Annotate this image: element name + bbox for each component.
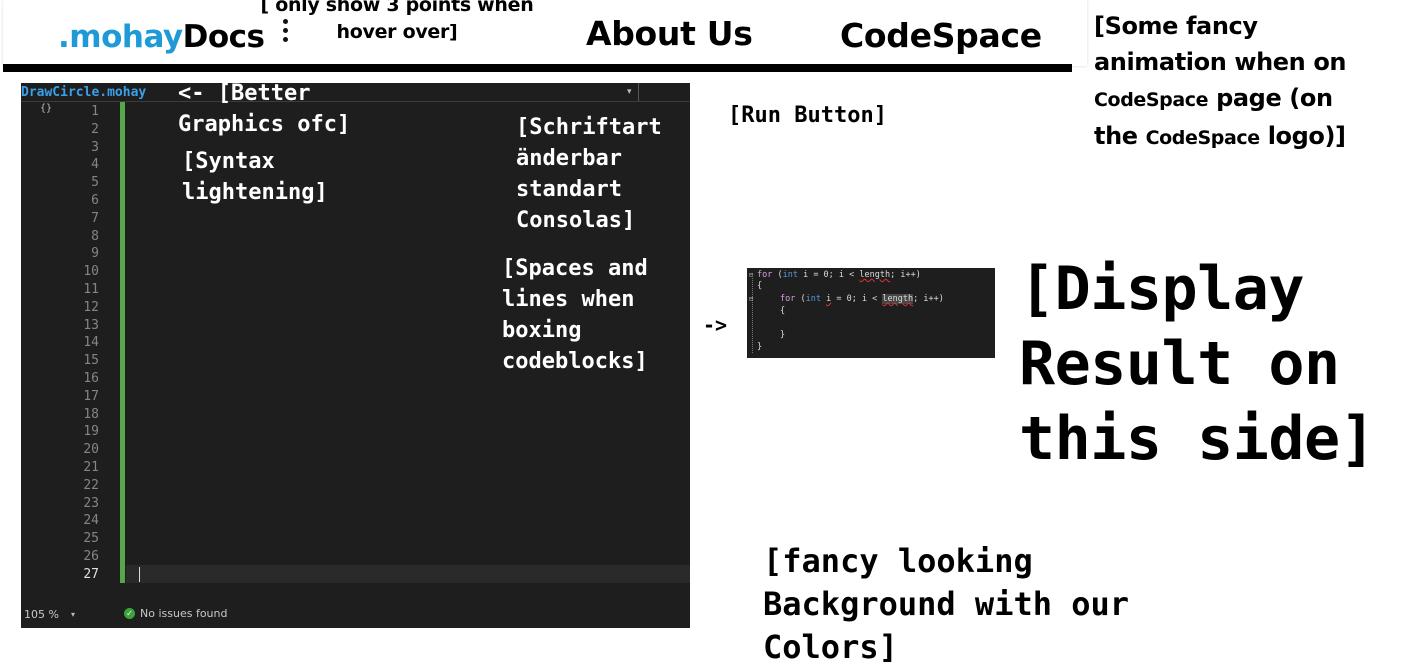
preview-collapse-icon: ⊟ bbox=[749, 271, 754, 279]
line-number: 25 bbox=[83, 531, 99, 547]
line-number: 13 bbox=[83, 317, 99, 333]
line-number: 4 bbox=[91, 157, 99, 173]
anim-note-line4-end: logo)] bbox=[1259, 122, 1346, 150]
line-number: 23 bbox=[83, 495, 99, 511]
text-caret bbox=[139, 567, 140, 582]
code-block-icon: {} bbox=[40, 103, 53, 114]
font-annotation: [Schriftart änderbar standart Consolas] bbox=[516, 115, 662, 233]
anim-note-codespace-small-2: CodeSpace bbox=[1145, 127, 1261, 149]
change-indicator-bar bbox=[120, 102, 125, 583]
line-number: 7 bbox=[91, 210, 99, 226]
zoom-dropdown-icon[interactable]: ▾ bbox=[71, 608, 75, 622]
preview-collapse-icon-2: ⊟ bbox=[749, 295, 754, 303]
preview-var-highlight: length bbox=[882, 294, 914, 304]
line-number: 19 bbox=[83, 424, 99, 440]
run-button-placeholder[interactable]: [Run Button] bbox=[728, 101, 887, 131]
preview-type: int bbox=[782, 270, 798, 280]
preview-line-7: } bbox=[757, 342, 763, 352]
anim-note-line4: the CodeSpace logo)] bbox=[1094, 118, 1394, 156]
nav-link-about-us[interactable]: About Us bbox=[586, 14, 753, 54]
preview-text: i = 0; i < bbox=[797, 270, 860, 280]
line-number-gutter: 1 2 3 4 5 6 7 8 9 10 11 12 13 14 15 16 17 18 19 20 21 22 23 24 2… bbox=[71, 103, 99, 584]
preview-text: ; i++) bbox=[890, 270, 921, 280]
editor-file-tab[interactable]: DrawCircle.mohay bbox=[21, 83, 146, 102]
preview-line-1: for (int i = 0; i < length; i++) bbox=[757, 270, 921, 281]
line-number: 22 bbox=[83, 477, 99, 493]
line-number: 10 bbox=[83, 264, 99, 280]
anim-note-line1: [Some fancy bbox=[1094, 12, 1258, 40]
line-number: 14 bbox=[83, 335, 99, 351]
line-number: 2 bbox=[91, 121, 99, 137]
header-divider bbox=[3, 64, 1072, 72]
line-number: 11 bbox=[83, 281, 99, 297]
preview-kw: for bbox=[780, 294, 796, 304]
line-number: 16 bbox=[83, 370, 99, 386]
kebab-annotation: [ only show 3 points when hover over] bbox=[257, 0, 537, 46]
line-number: 24 bbox=[83, 513, 99, 529]
animation-annotation: [Some fancy animation when on CodeSpace … bbox=[1094, 8, 1394, 156]
line-number: 20 bbox=[83, 442, 99, 458]
line-number: 3 bbox=[91, 139, 99, 155]
preview-text: ( bbox=[795, 294, 806, 304]
preview-text: < bbox=[867, 294, 883, 304]
line-number: 6 bbox=[91, 192, 99, 208]
anim-note-line3: CodeSpace page (on bbox=[1094, 80, 1394, 118]
line-number: 26 bbox=[83, 548, 99, 564]
display-result-annotation: [Display Result on this side] bbox=[1019, 254, 1376, 474]
issues-status[interactable]: No issues found bbox=[140, 607, 227, 621]
preview-var: length bbox=[859, 270, 891, 280]
preview-text: ; i++) bbox=[913, 294, 944, 304]
preview-kw: for bbox=[757, 270, 773, 280]
anim-note-codespace-small: CodeSpace bbox=[1094, 89, 1209, 111]
arrow-annotation: -> bbox=[703, 313, 728, 337]
preview-type: int bbox=[805, 294, 821, 304]
check-circle-icon: ✓ bbox=[124, 608, 135, 619]
site-logo[interactable]: .mohayDocs bbox=[58, 17, 265, 57]
member-dropdown-arrow-icon[interactable]: ▾ bbox=[627, 83, 632, 101]
line-number: 5 bbox=[91, 175, 99, 191]
preview-block-guide bbox=[752, 278, 754, 353]
line-number: 12 bbox=[83, 299, 99, 315]
background-annotation: [fancy looking Background with our Color… bbox=[763, 542, 1130, 666]
anim-note-line2: animation when on bbox=[1094, 48, 1347, 76]
zoom-level[interactable]: 105 % bbox=[24, 608, 59, 622]
anim-note-line3-rest: page (on bbox=[1208, 84, 1333, 112]
nav-link-codespace[interactable]: CodeSpace bbox=[840, 16, 1042, 56]
line-number: 8 bbox=[91, 228, 99, 244]
code-preview-image: ⊟ ⊟ for (int i = 0; i < length; i++) { f… bbox=[747, 268, 995, 358]
current-line-highlight bbox=[126, 565, 690, 583]
logo-brand: .mohay bbox=[58, 19, 183, 55]
anim-note-line4-start: the bbox=[1094, 122, 1146, 150]
line-number: 18 bbox=[83, 406, 99, 422]
code-editor[interactable]: DrawCircle.mohay ▾ {} 1 2 3 4 5 6 7 8 9 10 11 12 13 1… bbox=[21, 83, 690, 628]
line-number: 15 bbox=[83, 353, 99, 369]
line-number: 21 bbox=[83, 459, 99, 475]
preview-text: = 0; bbox=[831, 294, 862, 304]
preview-line-2: { bbox=[757, 281, 763, 291]
spaces-annotation: [Spaces and lines when boxing codeblocks… bbox=[502, 256, 648, 374]
line-number: 17 bbox=[83, 388, 99, 404]
line-number: 9 bbox=[91, 246, 99, 262]
line-number: 27 bbox=[83, 566, 99, 582]
kebab-note-text: [ only show 3 points when hover over] bbox=[260, 0, 534, 43]
preview-line-6: } bbox=[780, 330, 786, 340]
preview-line-3: for (int i = 0; i < length; i++) bbox=[780, 294, 944, 305]
preview-text: ( bbox=[772, 270, 783, 280]
preview-line-4: { bbox=[780, 306, 786, 316]
editor-status-bar: 105 % ▾ ✓ No issues found bbox=[21, 603, 690, 628]
dropdown-separator bbox=[638, 83, 639, 101]
graphics-annotation: <- [Better Graphics ofc] bbox=[178, 83, 351, 137]
line-number: 1 bbox=[91, 104, 99, 119]
logo-suffix: Docs bbox=[182, 19, 265, 55]
syntax-annotation: [Syntax lightening] bbox=[182, 149, 328, 205]
